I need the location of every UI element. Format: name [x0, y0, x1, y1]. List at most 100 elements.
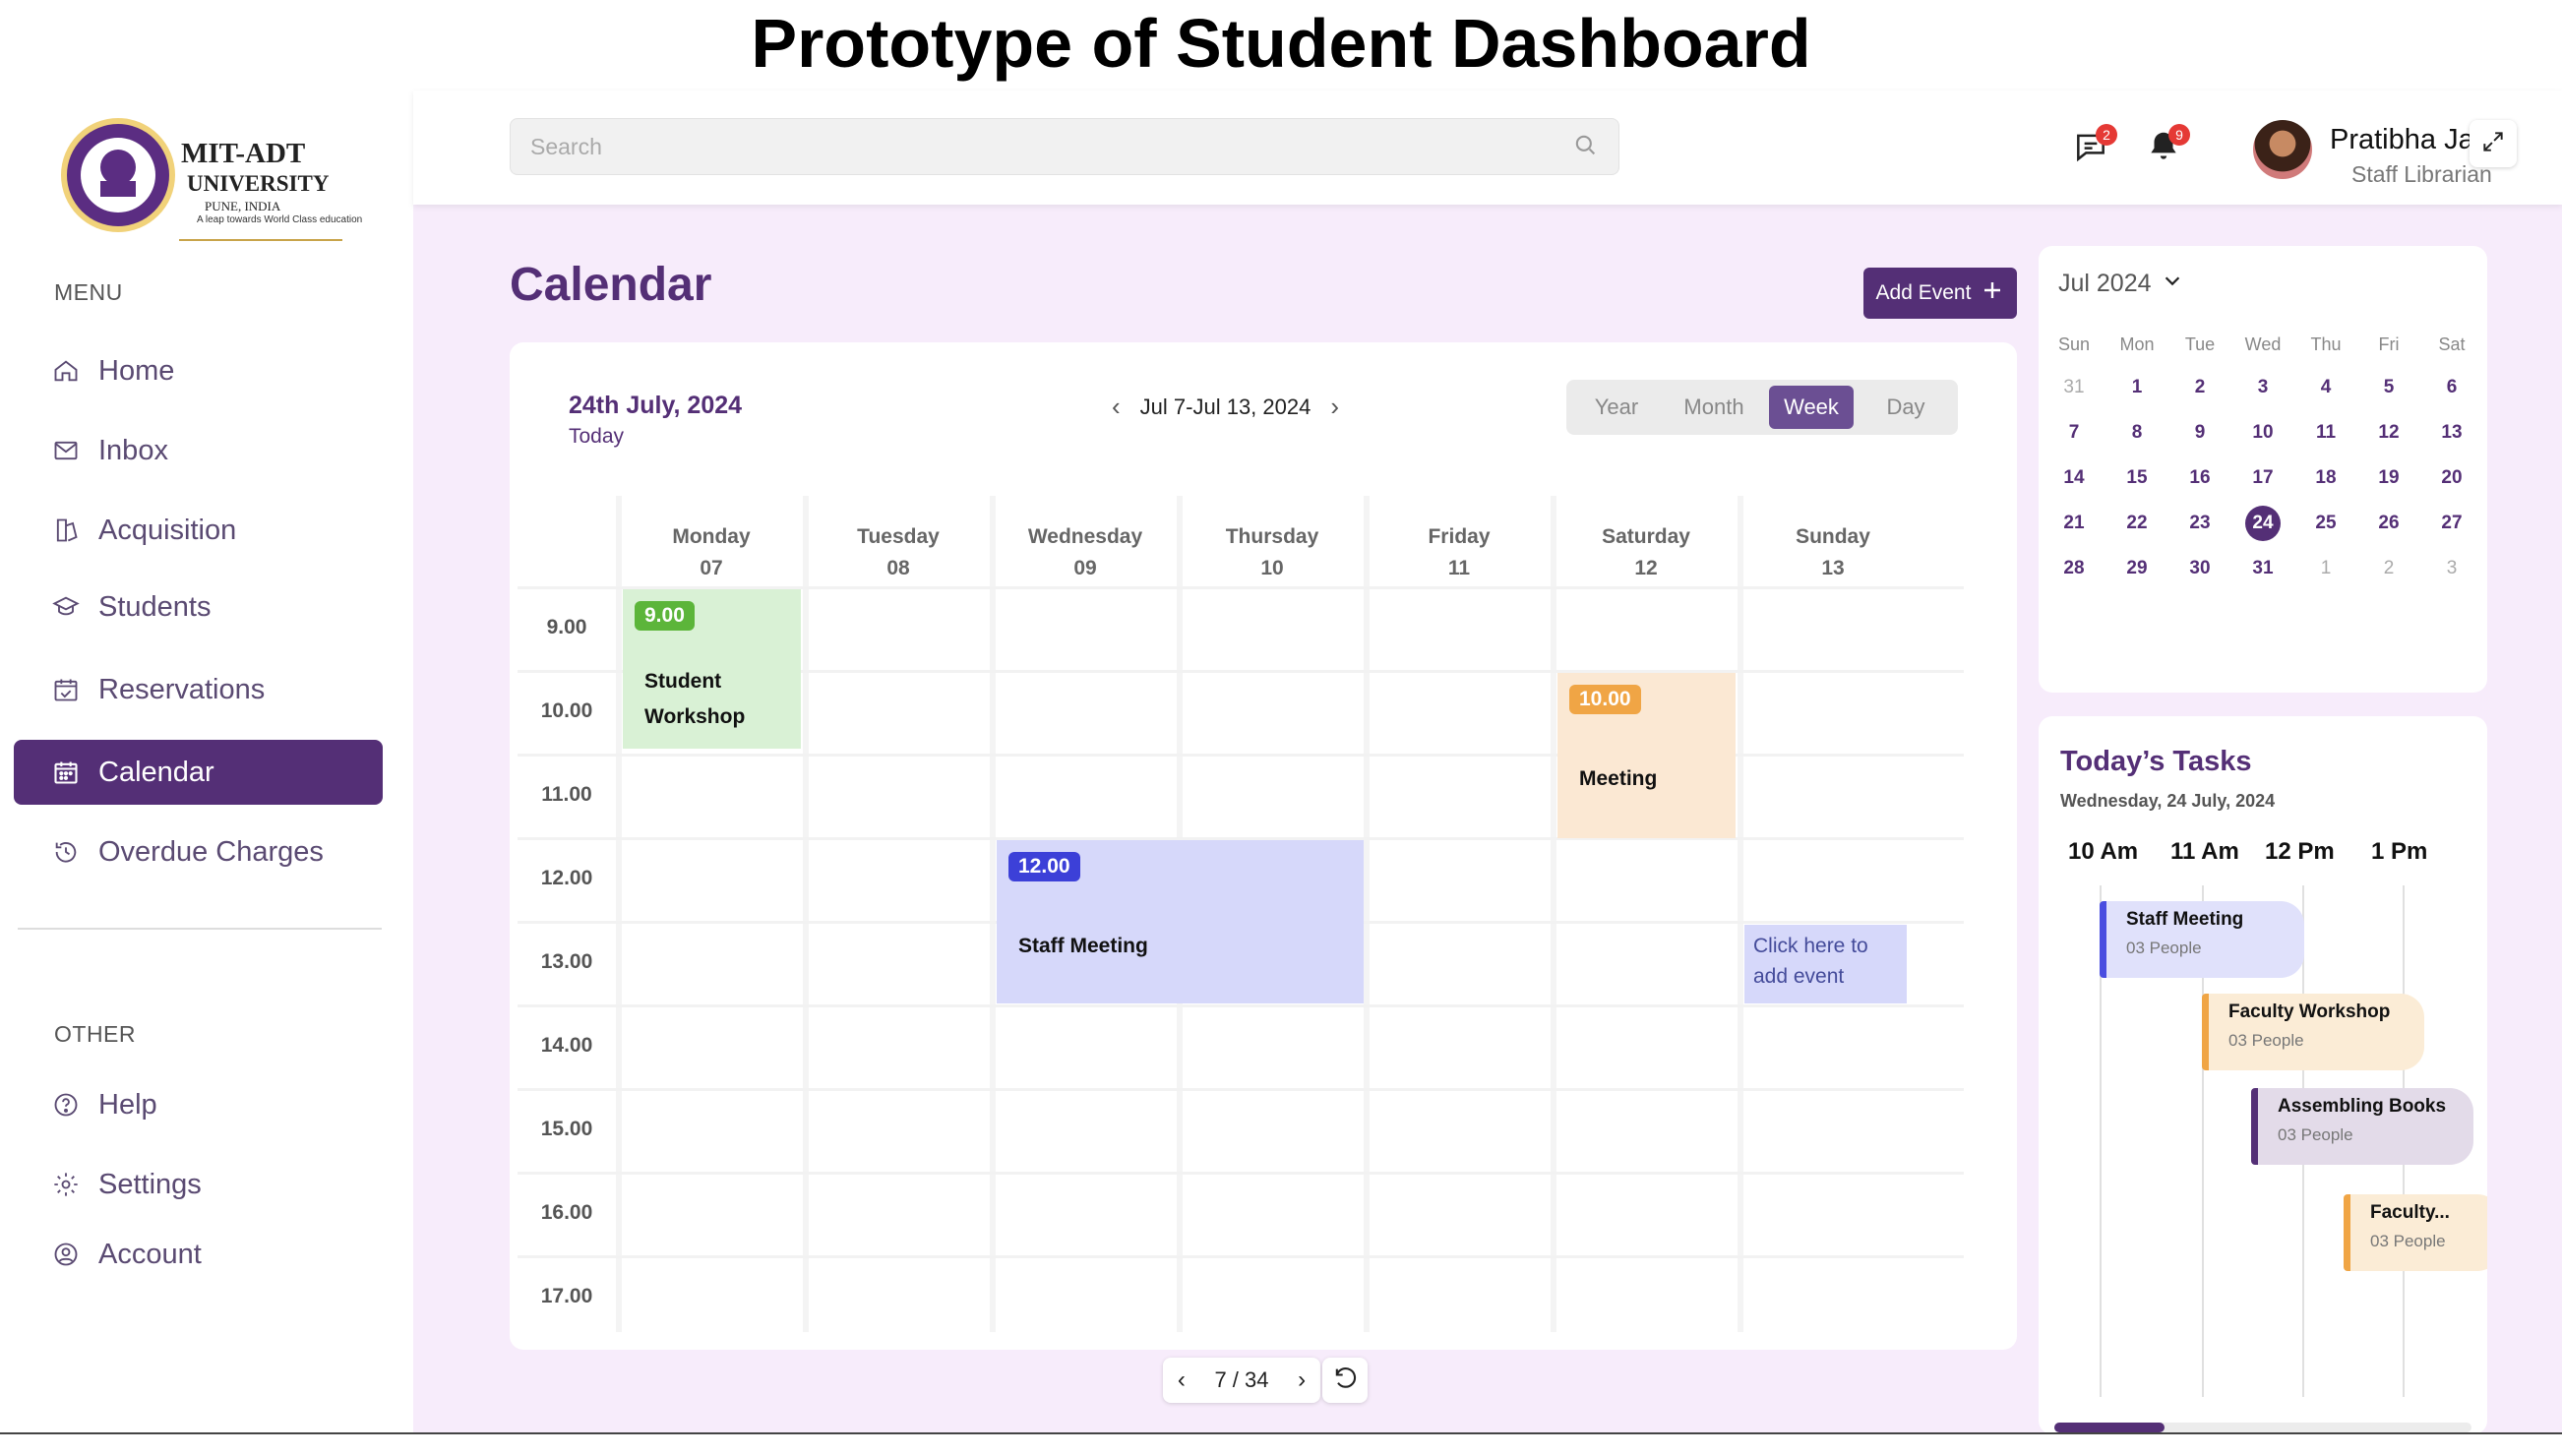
calendar-day[interactable]: 8	[2105, 413, 2168, 453]
calendar-day[interactable]: 5	[2357, 368, 2420, 407]
day-name: Saturday	[1602, 525, 1690, 548]
calendar-day[interactable]: 26	[2357, 504, 2420, 543]
calendar-day[interactable]: 19	[2357, 458, 2420, 498]
messages-button[interactable]: 2	[2068, 124, 2117, 171]
sidebar-item-students[interactable]: Students	[14, 575, 383, 639]
day-number: 7	[2068, 422, 2080, 443]
calendar-day[interactable]: 1	[2294, 549, 2357, 588]
sidebar-item-account[interactable]: Account	[14, 1222, 383, 1287]
logo-location: PUNE, INDIA	[205, 199, 281, 213]
calendar-day[interactable]: 14	[2043, 458, 2105, 498]
time-label: 9.00	[546, 616, 587, 638]
calendar-title: Calendar	[510, 259, 712, 311]
day-column	[1551, 496, 1730, 1332]
day-number: 2	[2194, 377, 2206, 397]
calendar-day[interactable]: 27	[2420, 504, 2483, 543]
calendar-day[interactable]: 9	[2168, 413, 2231, 453]
today-link[interactable]: Today	[569, 425, 624, 449]
event-student-workshop[interactable]: 9.00 Student Workshop	[623, 589, 801, 749]
logo-name-1: MIT-ADT	[181, 138, 306, 169]
day-number: 15	[2126, 467, 2148, 488]
chevron-left-icon[interactable]: ‹	[1112, 392, 1121, 422]
add-event-slot[interactable]: Click here to add event	[1744, 925, 1907, 1003]
calendar-day[interactable]: 28	[2043, 549, 2105, 588]
chevron-left-icon[interactable]: ‹	[1178, 1366, 1186, 1394]
calendar-day[interactable]: 25	[2294, 504, 2357, 543]
calendar-day[interactable]: 10	[2231, 413, 2294, 453]
event-title-line: Workshop	[644, 705, 746, 728]
calendar-day[interactable]: 17	[2231, 458, 2294, 498]
sidebar-item-help[interactable]: Help	[14, 1072, 383, 1137]
expand-icon	[2480, 129, 2506, 159]
view-week-button[interactable]: Week	[1769, 386, 1854, 429]
calendar-day[interactable]: 23	[2168, 504, 2231, 543]
day-column	[1738, 496, 1917, 1332]
task-card-faculty-workshop[interactable]: Faculty Workshop 03 People	[2202, 994, 2424, 1070]
sidebar-item-reservations[interactable]: Reservations	[14, 657, 383, 722]
add-event-button[interactable]: Add Event	[1863, 268, 2017, 319]
calendar-day[interactable]: 1	[2105, 368, 2168, 407]
task-name: Assembling Books	[2278, 1096, 2447, 1117]
view-month-button[interactable]: Month	[1663, 386, 1765, 429]
calendar-day[interactable]: 16	[2168, 458, 2231, 498]
refresh-button[interactable]	[1322, 1358, 1368, 1403]
event-meeting[interactable]: 10.00 Meeting	[1557, 673, 1736, 838]
calendar-day[interactable]: 2	[2357, 549, 2420, 588]
view-year-button[interactable]: Year	[1574, 386, 1659, 429]
chevron-right-icon[interactable]: ›	[1298, 1366, 1306, 1394]
sidebar-item-settings[interactable]: Settings	[14, 1152, 383, 1217]
event-staff-meeting[interactable]: 12.00 Staff Meeting	[997, 840, 1364, 1003]
notifications-button[interactable]: 9	[2141, 124, 2190, 171]
calendar-day[interactable]: 11	[2294, 413, 2357, 453]
task-name: Staff Meeting	[2126, 909, 2244, 930]
sidebar-item-home[interactable]: Home	[14, 338, 383, 403]
sidebar-item-calendar[interactable]: Calendar	[14, 740, 383, 805]
horizontal-scrollbar[interactable]	[2054, 1423, 2471, 1432]
day-number: 30	[2189, 558, 2211, 578]
calendar-day[interactable]: 7	[2043, 413, 2105, 453]
calendar-day[interactable]: 3	[2231, 368, 2294, 407]
expand-button[interactable]	[2470, 120, 2517, 167]
calendar-day[interactable]: 31	[2043, 368, 2105, 407]
university-logo[interactable]: MIT-ADT UNIVERSITY PUNE, INDIA A leap to…	[57, 116, 362, 244]
calendar-day[interactable]: 4	[2294, 368, 2357, 407]
day-number: 17	[2252, 467, 2274, 488]
user-name[interactable]: Pratibha Ja	[2330, 124, 2474, 156]
day-number: 27	[2441, 513, 2463, 533]
calendar-day[interactable]: 18	[2294, 458, 2357, 498]
day-number: 24	[2245, 506, 2281, 541]
calendar-day[interactable]: 31	[2231, 549, 2294, 588]
calendar-day[interactable]: 15	[2105, 458, 2168, 498]
task-card-staff-meeting[interactable]: Staff Meeting 03 People	[2100, 901, 2304, 978]
calendar-day[interactable]: 22	[2105, 504, 2168, 543]
calendar-day[interactable]: 30	[2168, 549, 2231, 588]
day-number: 13	[2441, 422, 2463, 443]
month-selector[interactable]: Jul 2024	[2058, 270, 2183, 298]
calendar-day[interactable]: 13	[2420, 413, 2483, 453]
calendar-day[interactable]: 12	[2357, 413, 2420, 453]
search-icon[interactable]	[1571, 131, 1599, 163]
calendar-day[interactable]: 6	[2420, 368, 2483, 407]
add-event-label: Add Event	[1875, 281, 1972, 304]
sidebar-item-overdue-charges[interactable]: Overdue Charges	[14, 819, 383, 884]
day-header-monday: Monday 07	[622, 496, 801, 586]
calendar-icon	[51, 758, 81, 787]
avatar[interactable]	[2253, 120, 2312, 179]
sidebar-item-inbox[interactable]: Inbox	[14, 418, 383, 483]
scrollbar-thumb[interactable]	[2054, 1423, 2165, 1432]
task-card-faculty[interactable]: Faculty... 03 People	[2344, 1194, 2487, 1271]
calendar-day[interactable]: 2	[2168, 368, 2231, 407]
calendar-day[interactable]: 29	[2105, 549, 2168, 588]
event-title: Staff Meeting	[1018, 935, 1148, 957]
mini-calendar: Jul 2024 Sun Mon Tue Wed Thu Fri Sat 31 1…	[2039, 246, 2487, 693]
calendar-day[interactable]: 3	[2420, 549, 2483, 588]
sidebar-item-acquisition[interactable]: Acquisition	[14, 498, 383, 563]
view-day-button[interactable]: Day	[1860, 386, 1952, 429]
calendar-day[interactable]: 21	[2043, 504, 2105, 543]
search-input[interactable]	[530, 133, 1571, 160]
task-card-assembling-books[interactable]: Assembling Books 03 People	[2251, 1088, 2473, 1165]
calendar-day-selected[interactable]: 24	[2231, 504, 2294, 543]
search-bar[interactable]	[510, 118, 1619, 175]
chevron-right-icon[interactable]: ›	[1330, 392, 1339, 422]
calendar-day[interactable]: 20	[2420, 458, 2483, 498]
